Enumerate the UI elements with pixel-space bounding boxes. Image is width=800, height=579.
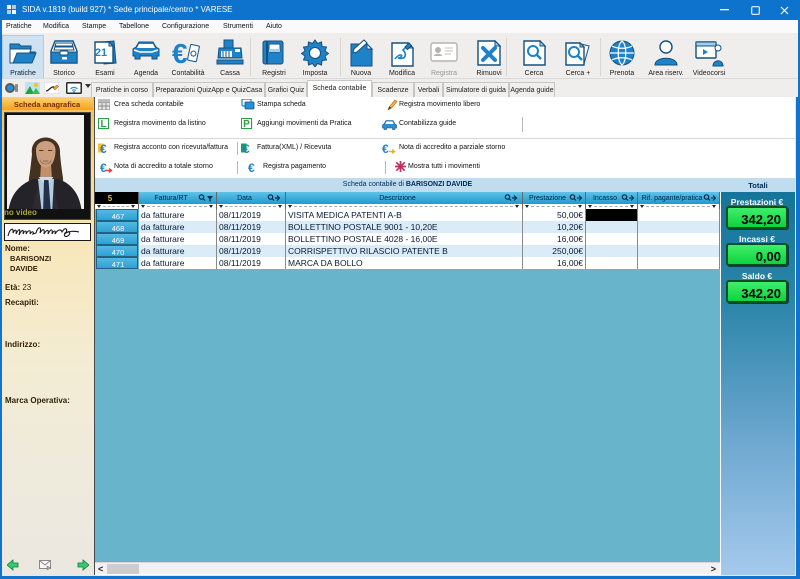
svg-text:P: P — [243, 119, 250, 130]
svg-text:€: € — [100, 161, 107, 174]
svg-text:21: 21 — [95, 47, 107, 59]
svg-text:€: € — [382, 142, 389, 155]
svg-text:€: € — [172, 39, 188, 67]
svg-text:L: L — [100, 119, 106, 130]
svg-text:€: € — [243, 142, 250, 154]
svg-text:€: € — [100, 142, 107, 154]
svg-text:€: € — [248, 161, 255, 173]
